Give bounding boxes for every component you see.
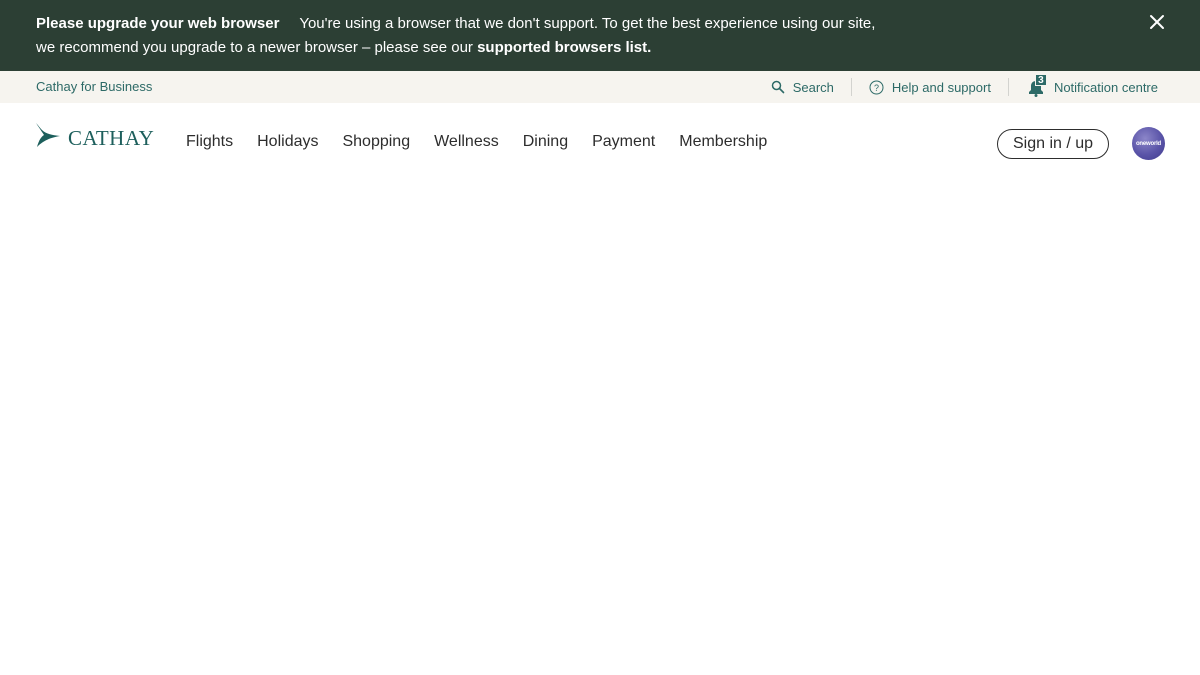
notification-count-badge: 3 (1034, 74, 1047, 86)
nav-wellness[interactable]: Wellness (434, 133, 499, 151)
nav-shopping[interactable]: Shopping (342, 133, 410, 151)
notification-label: Notification centre (1053, 79, 1158, 95)
svg-text:?: ? (874, 83, 879, 93)
browser-upgrade-banner: Please upgrade your web browser You're u… (0, 0, 1200, 71)
primary-nav: Flights Holidays Shopping Wellness Dinin… (186, 133, 767, 151)
search-link[interactable]: Search (771, 80, 834, 95)
utility-links: Search ? Help and support 3 Notification… (771, 71, 1158, 103)
divider (1007, 78, 1009, 96)
search-icon (771, 80, 785, 94)
help-and-support-link[interactable]: ? Help and support (869, 80, 991, 95)
main-navigation: CATHAY Flights Holidays Shopping Wellnes… (0, 103, 1200, 185)
divider (850, 78, 852, 96)
nav-membership[interactable]: Membership (679, 133, 767, 151)
supported-browsers-link[interactable]: supported browsers list. (477, 39, 651, 56)
oneworld-badge[interactable]: oneworld (1132, 127, 1165, 160)
bell-icon: 3 (1026, 74, 1047, 97)
cathay-logo[interactable]: CATHAY (34, 121, 154, 151)
close-icon (1150, 15, 1164, 29)
nav-holidays[interactable]: Holidays (257, 133, 318, 151)
logo-wordmark: CATHAY (68, 125, 155, 150)
search-label: Search (792, 79, 834, 95)
oneworld-text: oneworld (1135, 140, 1162, 147)
sign-in-button[interactable]: Sign in / up (997, 129, 1109, 159)
cathay-for-business-link[interactable]: Cathay for Business (36, 79, 152, 94)
banner-text: Please upgrade your web browser You're u… (36, 12, 876, 60)
help-label: Help and support (891, 79, 991, 95)
banner-title: Please upgrade your web browser (36, 15, 280, 32)
cathay-brushwing-logo-icon (36, 123, 60, 147)
utility-bar: Cathay for Business Search ? Help and su… (0, 71, 1200, 103)
page-content (0, 185, 1200, 675)
close-banner-button[interactable] (1146, 11, 1168, 33)
nav-flights[interactable]: Flights (186, 133, 233, 151)
notification-centre-link[interactable]: 3 Notification centre (1026, 74, 1158, 97)
nav-dining[interactable]: Dining (523, 133, 568, 151)
help-icon: ? (869, 80, 884, 95)
nav-payment[interactable]: Payment (592, 133, 655, 151)
